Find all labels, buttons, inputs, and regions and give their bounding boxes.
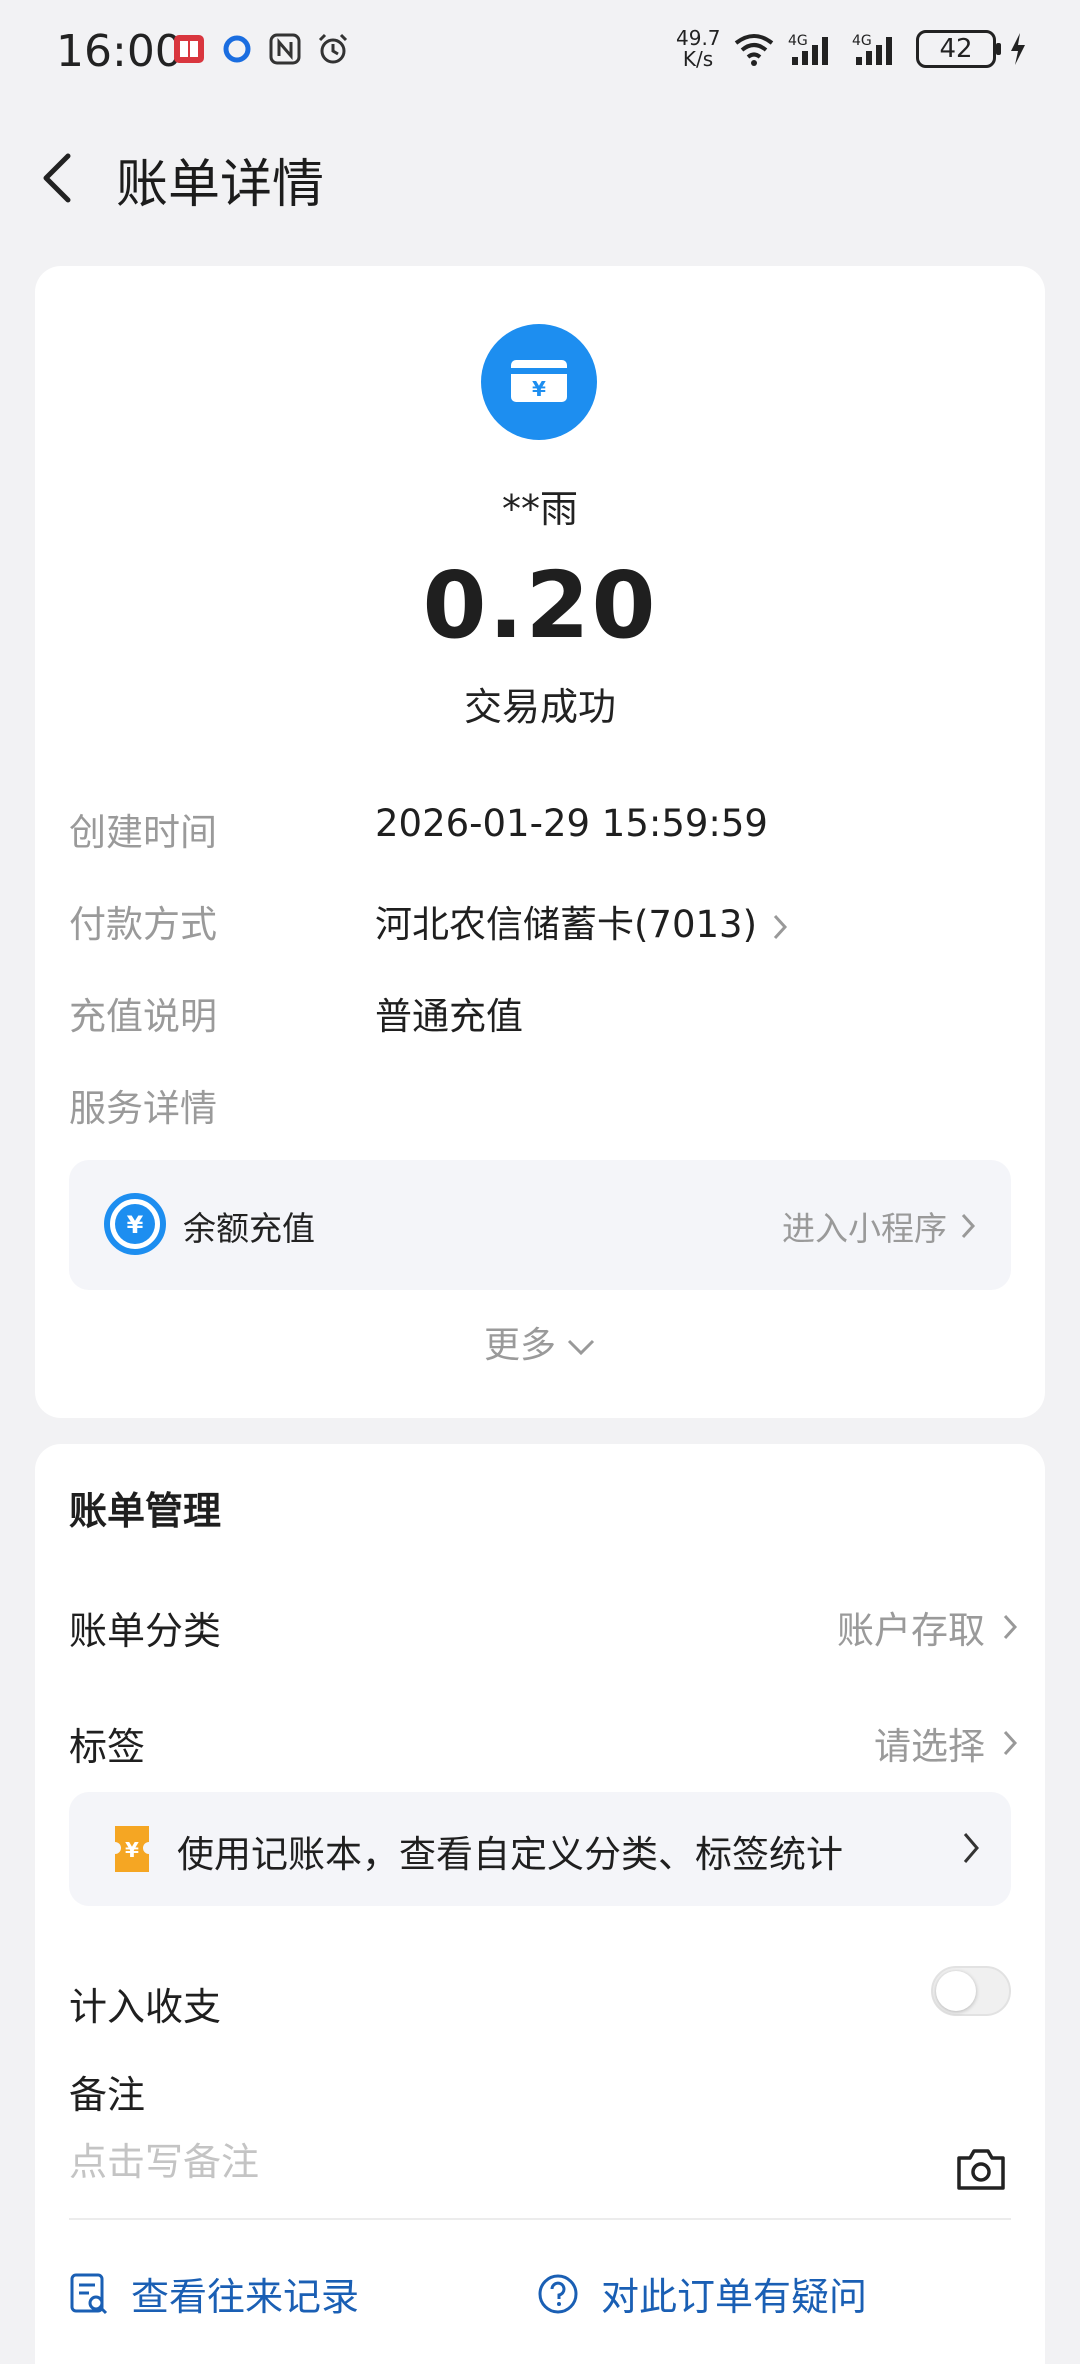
service-entry[interactable]: ¥ 余额充值 进入小程序 bbox=[69, 1160, 1011, 1290]
camera-icon[interactable] bbox=[955, 2146, 1007, 2192]
chevron-down-icon bbox=[567, 1339, 595, 1356]
chevron-right-icon bbox=[961, 1213, 976, 1239]
page-title: 账单详情 bbox=[116, 155, 325, 215]
detail-row-service: 服务详情 bbox=[69, 1078, 1019, 1138]
alarm-icon bbox=[318, 33, 348, 64]
view-history-button[interactable]: 查看往来记录 bbox=[69, 2266, 359, 2321]
category-value-text: 账户存取 bbox=[837, 1609, 985, 1652]
category-value: 账户存取 bbox=[837, 1600, 1019, 1654]
tag-value-text: 请选择 bbox=[874, 1725, 985, 1768]
detail-row-payment-method[interactable]: 付款方式 河北农信储蓄卡(7013) bbox=[69, 894, 1019, 954]
transaction-amount: 0.20 bbox=[422, 552, 658, 659]
chevron-right-icon bbox=[773, 914, 788, 939]
net-speed-value: 49.7 bbox=[676, 26, 721, 50]
chevron-right-icon bbox=[1003, 1730, 1018, 1756]
svg-text:4G: 4G bbox=[852, 33, 872, 49]
status-bar: 16:00 49.7 K/s 4G 4G 42 bbox=[0, 0, 1080, 110]
order-question-label: 对此订单有疑问 bbox=[601, 2275, 868, 2319]
tag-label: 标签 bbox=[69, 1725, 146, 1769]
service-link-label: 进入小程序 bbox=[782, 1209, 947, 1248]
charging-icon bbox=[1011, 33, 1025, 65]
note-label: 备注 bbox=[69, 2073, 146, 2117]
status-notification-icons bbox=[172, 32, 350, 66]
detail-label: 服务详情 bbox=[69, 1087, 217, 1130]
payment-method-link[interactable]: 河北农信储蓄卡(7013) bbox=[375, 894, 789, 948]
divider bbox=[69, 2218, 1011, 2220]
open-mini-program-link[interactable]: 进入小程序 bbox=[782, 1202, 977, 1250]
detail-value: 普通充值 bbox=[375, 995, 523, 1038]
service-label: 余额充值 bbox=[183, 1209, 315, 1248]
pay-app-icon bbox=[223, 35, 251, 63]
detail-label: 创建时间 bbox=[69, 811, 217, 854]
ticket-yuan-icon: ¥ bbox=[115, 1826, 149, 1872]
history-list-icon bbox=[70, 2273, 108, 2314]
chevron-right-icon bbox=[963, 1833, 979, 1863]
chevron-left-icon[interactable] bbox=[38, 150, 78, 206]
toggle-knob bbox=[936, 1971, 976, 2011]
svg-text:¥: ¥ bbox=[532, 377, 546, 401]
promo-text: 使用记账本，查看自定义分类、标签统计 bbox=[177, 1833, 843, 1876]
detail-label: 充值说明 bbox=[69, 995, 217, 1038]
detail-value: 2026-01-29 15:59:59 bbox=[375, 802, 768, 845]
category-label: 账单分类 bbox=[69, 1609, 222, 1653]
transaction-card: ¥ **雨 0.20 交易成功 创建时间 2026-01-29 15:59:59… bbox=[35, 266, 1045, 1418]
tag-row[interactable]: 标签 请选择 bbox=[69, 1706, 1019, 1776]
merchant-name: **雨 bbox=[501, 487, 578, 531]
transaction-status: 交易成功 bbox=[463, 685, 616, 729]
status-time: 16:00 bbox=[56, 26, 183, 77]
detail-label: 付款方式 bbox=[69, 903, 217, 946]
bill-category-row[interactable]: 账单分类 账户存取 bbox=[69, 1590, 1019, 1660]
detail-row-created-time: 创建时间 2026-01-29 15:59:59 bbox=[69, 802, 1019, 862]
section-title: 账单管理 bbox=[69, 1489, 222, 1533]
signal-4g-icon: 4G bbox=[788, 33, 828, 65]
svg-text:¥: ¥ bbox=[125, 1838, 139, 1862]
svg-text:¥: ¥ bbox=[127, 1211, 144, 1239]
more-label: 更多 bbox=[483, 1325, 556, 1366]
more-toggle[interactable]: 更多 bbox=[35, 1316, 1045, 1368]
view-history-label: 查看往来记录 bbox=[131, 2275, 360, 2319]
chevron-right-icon bbox=[1003, 1614, 1018, 1640]
net-speed: 49.7 K/s bbox=[676, 26, 721, 71]
include-in-stats-row: 计入收支 bbox=[69, 1966, 1019, 2036]
bill-management-card: 账单管理 账单分类 账户存取 标签 请选择 ¥ 使用记账本，查看自定义分类、标签… bbox=[35, 1444, 1045, 2364]
signal-4g-icon: 4G bbox=[852, 33, 892, 65]
yuan-circle-icon: ¥ bbox=[104, 1193, 166, 1255]
battery-indicator: 42 bbox=[916, 30, 1001, 68]
page-header: 账单详情 bbox=[0, 130, 1080, 220]
svg-text:4G: 4G bbox=[788, 33, 808, 49]
tag-value: 请选择 bbox=[874, 1716, 1019, 1770]
ledger-promo-banner[interactable]: ¥ 使用记账本，查看自定义分类、标签统计 bbox=[69, 1792, 1011, 1906]
note-input[interactable] bbox=[69, 2140, 929, 2184]
wifi-icon bbox=[734, 34, 774, 66]
card-yuan-icon: ¥ bbox=[481, 324, 597, 440]
include-in-stats-toggle[interactable] bbox=[931, 1966, 1011, 2016]
order-question-button[interactable]: 对此订单有疑问 bbox=[537, 2266, 867, 2321]
net-speed-unit: K/s bbox=[682, 47, 714, 71]
question-circle-icon bbox=[538, 2274, 578, 2313]
status-system-icons: 49.7 K/s 4G 4G 42 bbox=[676, 28, 1028, 70]
include-label: 计入收支 bbox=[69, 1985, 222, 2029]
nfc-icon bbox=[269, 33, 301, 65]
detail-row-recharge-note: 充值说明 普通充值 bbox=[69, 986, 1019, 1046]
book-app-icon bbox=[174, 35, 204, 63]
detail-value: 河北农信储蓄卡(7013) bbox=[375, 903, 758, 946]
